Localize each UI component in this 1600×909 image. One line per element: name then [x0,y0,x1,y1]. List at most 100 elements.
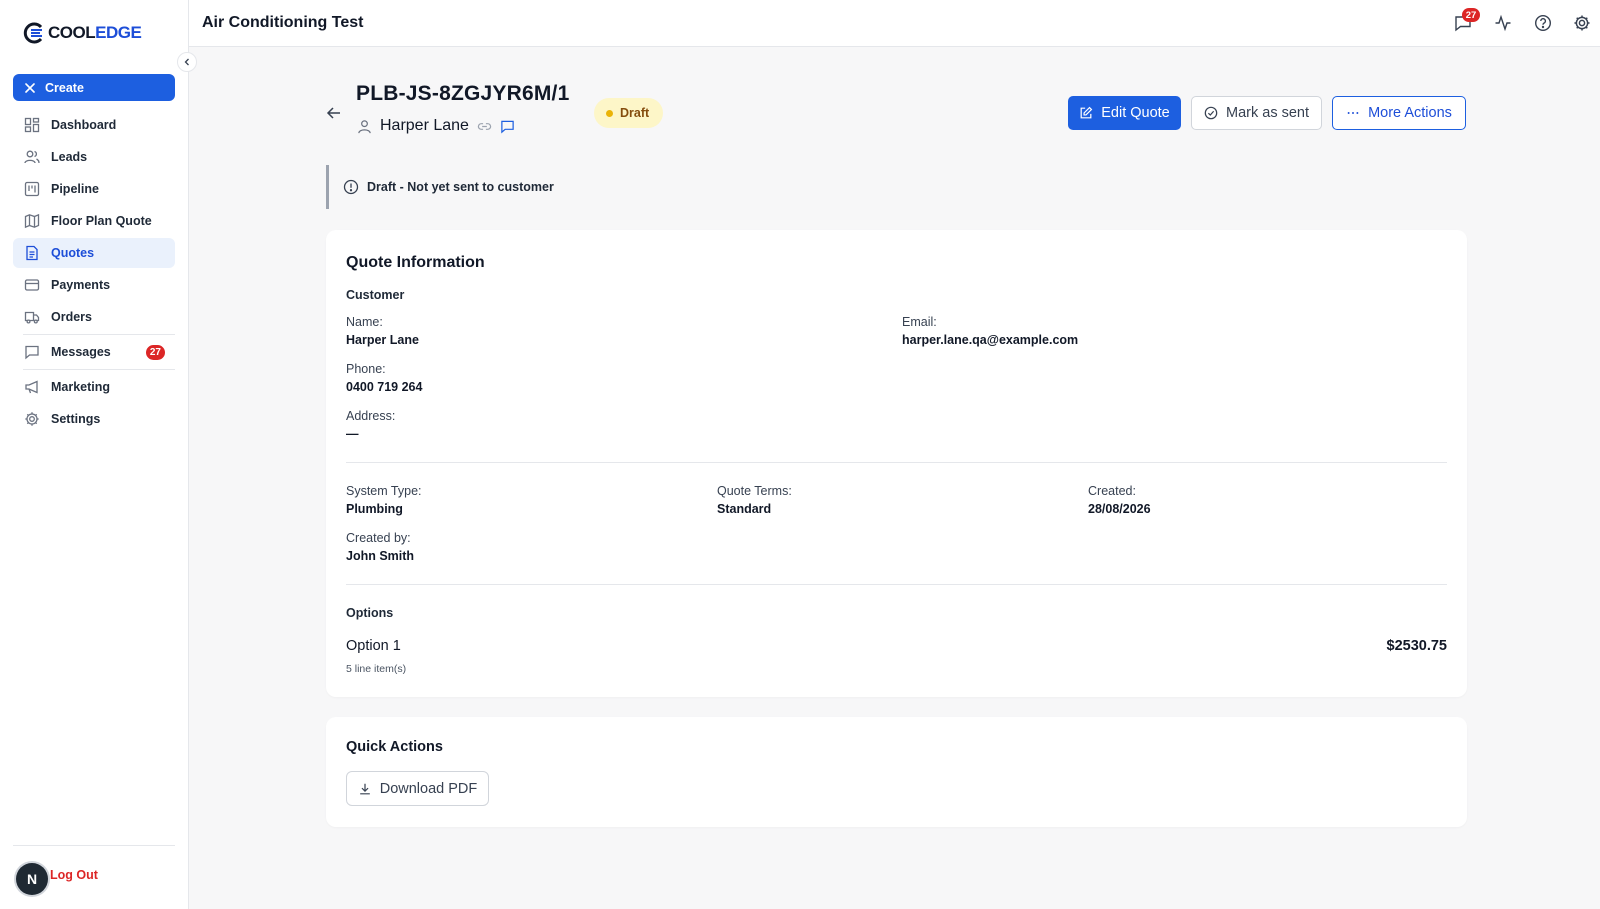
arrow-left-icon [326,107,340,119]
notifications-button[interactable]: 27 [1453,8,1480,33]
field-label: System Type: [346,484,422,498]
sidebar-item-label: Marketing [51,380,111,394]
truck-icon [24,311,40,324]
users-icon [24,150,40,164]
user-icon [358,119,371,133]
option-line-items: 5 line item(s) [346,663,407,675]
mark-as-sent-label: Mark as sent [1226,105,1309,121]
sidebar-item-dashboard[interactable]: Dashboard [13,110,175,140]
section-divider [346,584,1447,585]
nav-divider [23,369,175,370]
create-label: Create [45,80,84,95]
link-icon[interactable] [477,119,492,134]
field-label: Phone: [346,362,386,376]
quote-terms-field: Quote Terms: Standard [717,484,792,516]
megaphone-icon [25,380,38,394]
create-button[interactable]: Create [13,74,175,101]
mark-as-sent-button[interactable]: Mark as sent [1191,96,1322,130]
sidebar-item-label: Leads [51,150,88,164]
page-title: Air Conditioning Test [202,14,364,31]
sidebar-item-label: Pipeline [51,182,99,196]
sidebar: COOLEDGE Create Dashboard Leads Pipeline… [0,0,189,909]
quote-id: PLB-JS-8ZGJYR6M/1 [356,82,570,105]
option-price: $2530.75 [1386,638,1447,654]
option-name[interactable]: Option 1 [346,638,401,654]
sidebar-item-floor-plan-quote[interactable]: Floor Plan Quote [13,206,175,236]
logout-button[interactable]: Log Out [50,868,98,882]
quote-information-title: Quote Information [346,254,485,271]
sidebar-item-settings[interactable]: Settings [13,404,175,434]
download-icon [359,783,370,794]
customer-name-field: Name: Harper Lane [346,315,419,347]
more-actions-button[interactable]: More Actions [1332,96,1466,130]
sidebar-item-pipeline[interactable]: Pipeline [13,174,175,204]
kanban-icon [24,181,40,197]
system-type-field: System Type: Plumbing [346,484,422,516]
edit-icon [1080,106,1093,119]
edit-quote-label: Edit Quote [1101,105,1170,121]
sidebar-item-label: Payments [51,278,111,292]
field-value: 0400 719 264 [346,380,423,394]
field-value: Standard [717,502,772,516]
collapse-sidebar-button[interactable] [177,52,197,72]
sidebar-divider [13,845,175,846]
sidebar-item-leads[interactable]: Leads [13,142,175,172]
sidebar-item-label: Dashboard [51,118,117,132]
activity-button[interactable] [1493,13,1513,33]
grid-icon [24,117,40,133]
field-label: Quote Terms: [717,484,792,498]
edit-quote-button[interactable]: Edit Quote [1068,96,1181,130]
draft-notice: Draft - Not yet sent to customer [326,165,726,209]
gear-icon [25,412,39,426]
status-dot [606,109,613,117]
field-label: Address: [346,409,396,423]
brand-name: COOLEDGE [48,23,142,42]
back-button[interactable] [325,104,343,122]
sidebar-item-marketing[interactable]: Marketing [13,372,175,402]
alert-circle-icon [343,179,359,195]
download-pdf-button[interactable]: Download PDF [346,771,489,806]
sidebar-nav: Dashboard Leads Pipeline Floor Plan Quot… [13,110,175,436]
customer-email-field: Email: harper.lane.qa@example.com [902,315,1078,347]
sidebar-item-quotes[interactable]: Quotes [13,238,175,268]
field-value: 28/08/2026 [1088,502,1151,516]
customer-line: Harper Lane [357,117,515,135]
sidebar-item-orders[interactable]: Orders [13,302,175,332]
notification-count-badge: 27 [1462,8,1480,22]
field-value: — [346,427,359,441]
customer-phone-field: Phone: 0400 719 264 [346,362,422,394]
check-circle-icon [1204,106,1218,120]
settings-button[interactable] [1572,13,1592,33]
status-badge: Draft [594,98,664,128]
sidebar-item-label: Orders [51,310,92,324]
field-label: Created: [1088,484,1136,498]
customer-address-field: Address: — [346,409,395,441]
credit-card-icon [24,279,40,291]
notice-text: Draft - Not yet sent to customer [367,180,554,194]
sidebar-item-label: Floor Plan Quote [51,214,152,228]
help-button[interactable] [1533,13,1553,33]
activity-icon [1495,14,1511,32]
map-icon [24,213,40,229]
sidebar-item-label: Settings [51,412,101,426]
chevron-left-icon [184,58,189,66]
created-by-field: Created by: John Smith [346,531,414,563]
sidebar-item-label: Messages [51,345,111,359]
sidebar-item-payments[interactable]: Payments [13,270,175,300]
options-section-label: Options [346,606,394,620]
field-value: John Smith [346,549,415,563]
created-date-field: Created: 28/08/2026 [1088,484,1151,516]
brand-logo[interactable]: COOLEDGE [22,22,142,44]
field-value: Harper Lane [346,333,419,347]
quote-information-card: Quote Information Customer Name: Harper … [326,230,1467,697]
logo-icon [23,22,43,44]
field-label: Email: [902,315,937,329]
message-icon[interactable] [500,119,515,134]
avatar[interactable]: N [16,863,48,895]
field-value: harper.lane.qa@example.com [902,333,1079,347]
download-pdf-label: Download PDF [379,780,478,797]
customer-section-label: Customer [346,288,405,302]
field-value: Plumbing [346,502,403,516]
sidebar-item-messages[interactable]: Messages 27 [13,337,175,367]
quick-actions-card: Quick Actions Download PDF [326,717,1467,827]
